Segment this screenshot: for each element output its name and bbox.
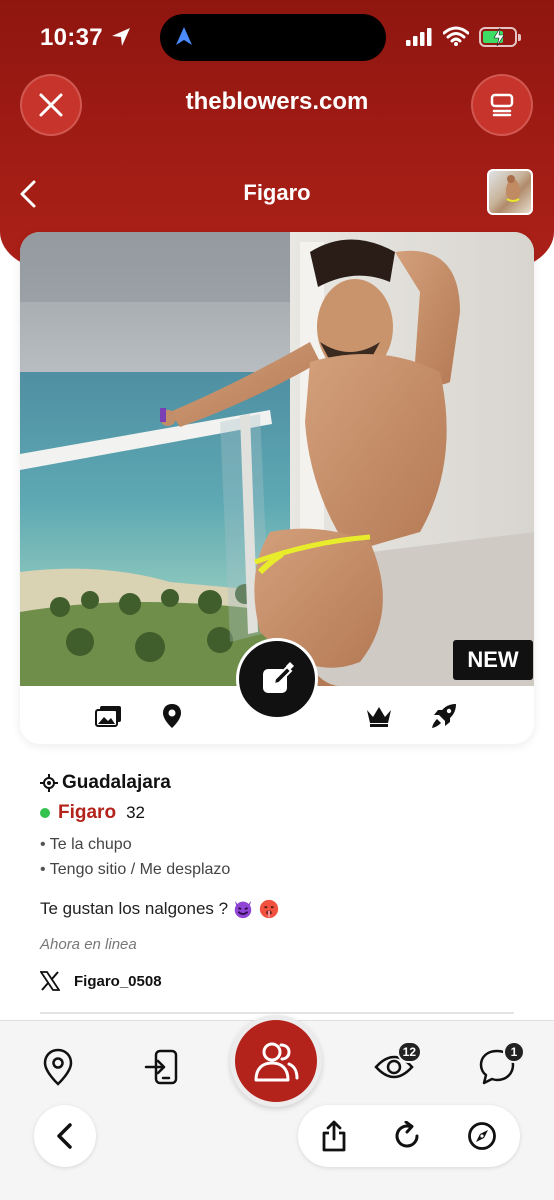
dynamic-island (160, 14, 386, 61)
location-pin-icon[interactable] (158, 702, 186, 730)
nav-views-button[interactable]: 12 (372, 1041, 422, 1089)
profile-age: 32 (126, 803, 145, 822)
nav-login-button[interactable] (139, 1045, 183, 1089)
battery-icon (479, 27, 521, 47)
reload-icon (395, 1121, 419, 1148)
crown-icon[interactable] (365, 702, 393, 730)
map-pin-icon (43, 1048, 73, 1086)
back-arrow-icon (57, 1123, 72, 1149)
city-name: Guadalajara (62, 772, 171, 793)
city-row: Guadalajara (40, 772, 520, 794)
online-indicator (40, 808, 50, 818)
nav-location-button[interactable] (36, 1045, 80, 1089)
bio-text: Te gustan los nalgones ? (40, 899, 229, 918)
profile-card: NEW (20, 232, 534, 744)
bottom-navigation: 12 1 (0, 1015, 554, 1200)
page-title: Figaro (243, 180, 311, 205)
share-button[interactable] (318, 1120, 350, 1152)
hot-face-emoji-icon (259, 899, 279, 919)
reload-button[interactable] (392, 1120, 424, 1152)
cellular-signal-icon (406, 28, 432, 46)
status-bar: 10:37 (0, 14, 554, 61)
people-group-icon (254, 1042, 299, 1082)
photos-icon[interactable] (95, 702, 123, 730)
messages-count-badge: 1 (503, 1041, 525, 1063)
online-status-text: Ahora en linea (40, 936, 137, 953)
compass-icon (468, 1122, 496, 1150)
status-time: 10:37 (40, 24, 103, 51)
location-target-icon (40, 774, 58, 792)
edit-pencil-icon (263, 662, 294, 693)
twitter-handle[interactable]: Figaro_0508 (74, 973, 162, 990)
sign-in-device-icon (144, 1049, 178, 1085)
profile-info: Guadalajara Figaro 32 Te la chupo Tengo … (40, 772, 520, 991)
profile-tag: Tengo sitio / Me desplazo (40, 857, 520, 882)
profile-photo[interactable] (20, 232, 534, 686)
compass-button[interactable] (466, 1120, 498, 1152)
rocket-boost-icon[interactable] (430, 702, 458, 730)
share-icon (322, 1120, 346, 1152)
location-arrow-icon (112, 28, 130, 46)
profile-bio: Te gustan los nalgones ? (40, 898, 520, 920)
new-badge: NEW (453, 640, 533, 680)
x-twitter-icon (40, 971, 60, 991)
browser-back-button[interactable] (34, 1105, 96, 1167)
nav-people-button[interactable] (230, 1015, 322, 1107)
wifi-icon (443, 26, 469, 46)
smiling-devil-emoji-icon (234, 900, 252, 919)
nav-messages-button[interactable]: 1 (475, 1041, 525, 1089)
browser-toolbar (298, 1105, 520, 1167)
profile-tags: Te la chupo Tengo sitio / Me desplazo (40, 832, 520, 882)
browser-menu-button[interactable] (471, 74, 533, 136)
section-divider (40, 1012, 514, 1014)
profile-tag: Te la chupo (40, 832, 520, 857)
profile-name: Figaro (58, 802, 117, 823)
navigation-arrow-icon (176, 27, 192, 45)
twitter-row[interactable]: Figaro_0508 (40, 971, 520, 991)
profile-thumbnail[interactable] (487, 169, 533, 215)
views-count-badge: 12 (396, 1041, 422, 1063)
edit-profile-button[interactable] (236, 638, 318, 720)
name-row: Figaro 32 (40, 802, 520, 824)
browser-menu-icon (490, 93, 514, 117)
